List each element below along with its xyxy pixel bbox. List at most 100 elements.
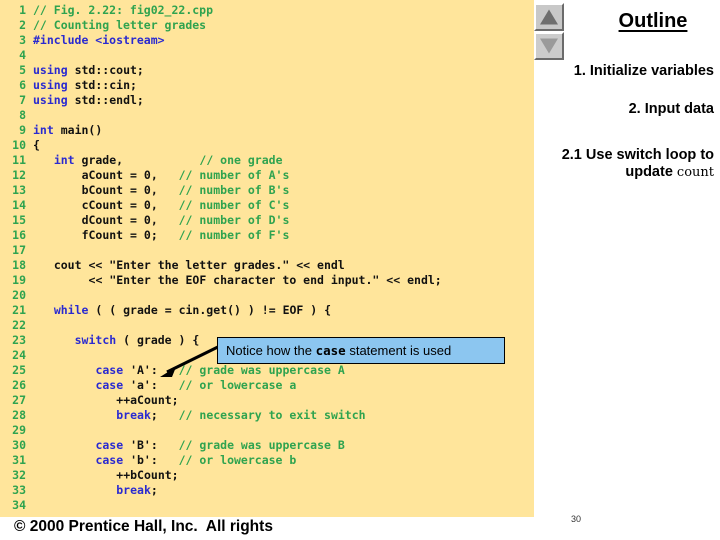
code-line: 34 — [0, 498, 534, 513]
code-line-text: int main() — [33, 123, 103, 137]
code-line-number: 26 — [12, 378, 26, 392]
code-line: 8 — [0, 108, 534, 123]
code-line-text: ++bCount; — [116, 468, 179, 482]
code-line: 26 case 'a': // or lowercase a — [0, 378, 534, 393]
code-line-number: 29 — [12, 423, 26, 437]
code-line-number: 2 — [19, 18, 26, 32]
code-line-text: #include <iostream> — [33, 33, 165, 47]
code-line: 29 — [0, 423, 534, 438]
code-line-number: 10 — [12, 138, 26, 152]
code-line: 10 { — [0, 138, 534, 153]
code-line: 11 int grade, // one grade — [0, 153, 534, 168]
code-line-number: 13 — [12, 183, 26, 197]
outline-item-3-number: 2.1 — [561, 147, 582, 163]
code-line-text: case 'A': // grade was uppercase A — [95, 363, 345, 377]
code-line: 12 aCount = 0, // number of A's — [0, 168, 534, 183]
code-line-number: 22 — [12, 318, 26, 332]
code-line-number: 3 — [19, 33, 26, 47]
code-line-number: 25 — [12, 363, 26, 377]
code-listing-panel: 1 // Fig. 2.22: fig02_22.cpp 2 // Counting … — [0, 0, 534, 517]
outline-item-input-data[interactable]: 2. Input data — [536, 101, 714, 118]
code-line: 32 ++bCount; — [0, 468, 534, 483]
code-line: 27 ++aCount; — [0, 393, 534, 408]
code-line-text: ++aCount; — [116, 393, 179, 407]
code-line-number: 7 — [19, 93, 26, 107]
code-line-number: 24 — [12, 348, 26, 362]
code-line: 7 using std::endl; — [0, 93, 534, 108]
code-line-text: using std::cout; — [33, 63, 144, 77]
code-line: 9 int main() — [0, 123, 534, 138]
scroll-down-button[interactable] — [534, 32, 564, 60]
outline-title: Outline — [618, 10, 688, 32]
code-line-number: 14 — [12, 198, 26, 212]
code-line-text: break; // necessary to exit switch — [116, 408, 366, 422]
code-line: 6 using std::cin; — [0, 78, 534, 93]
code-line: 15 dCount = 0, // number of D's — [0, 213, 534, 228]
outline-item-1-label: Initialize variables — [589, 63, 714, 79]
code-line-number: 11 — [12, 153, 26, 167]
code-line: 22 — [0, 318, 534, 333]
code-line-number: 23 — [12, 333, 26, 347]
callout-text-after: statement is used — [345, 343, 452, 358]
code-line-number: 4 — [19, 48, 26, 62]
code-line: 13 bCount = 0, // number of B's — [0, 183, 534, 198]
code-line: 31 case 'b': // or lowercase b — [0, 453, 534, 468]
outline-item-3-label-line1: Use switch loop to — [585, 147, 714, 163]
outline-item-2-label: Input data — [644, 101, 714, 117]
code-line: 17 — [0, 243, 534, 258]
code-line-text: << "Enter the EOF character to end input… — [88, 273, 442, 287]
code-line-number: 17 — [12, 243, 26, 257]
code-line: 18 cout << "Enter the letter grades." <<… — [0, 258, 534, 273]
outline-item-use-switch-loop[interactable]: 2.1 Use switch loop to update count — [534, 147, 714, 181]
outline-item-initialize-variables[interactable]: 1. Initialize variables — [536, 63, 714, 80]
code-line-number: 16 — [12, 228, 26, 242]
outline-panel: Outline 1. Initialize variables 2. Input… — [534, 0, 720, 514]
triangle-down-icon — [540, 38, 558, 54]
code-line-number: 8 — [19, 108, 26, 122]
code-line-number: 28 — [12, 408, 26, 422]
code-line-number: 5 — [19, 63, 26, 77]
footer-copyright: © 2000 Prentice Hall, Inc. All rights — [14, 518, 273, 535]
code-line-text: dCount = 0, // number of D's — [81, 213, 290, 227]
code-line: 20 — [0, 288, 534, 303]
code-line: 30 case 'B': // grade was uppercase B — [0, 438, 534, 453]
code-line: 28 break; // necessary to exit switch — [0, 408, 534, 423]
code-line-number: 30 — [12, 438, 26, 452]
code-line-text: // Fig. 2.22: fig02_22.cpp — [33, 3, 214, 17]
code-line: 14 cCount = 0, // number of C's — [0, 198, 534, 213]
code-line-text: cout << "Enter the letter grades." << en… — [53, 258, 345, 272]
code-line: 3 #include <iostream> — [0, 33, 534, 48]
code-line-text: cCount = 0, // number of C's — [81, 198, 290, 212]
outline-item-3-mono-word: count — [676, 165, 714, 180]
code-line: 21 while ( ( grade = cin.get() ) != EOF … — [0, 303, 534, 318]
code-line-text: using std::cin; — [33, 78, 137, 92]
code-line-number: 19 — [12, 273, 26, 287]
code-line-text: using std::endl; — [33, 93, 144, 107]
code-line-number: 31 — [12, 453, 26, 467]
code-line: 2 // Counting letter grades — [0, 18, 534, 33]
code-line-number: 27 — [12, 393, 26, 407]
code-line-text: fCount = 0; // number of F's — [81, 228, 290, 242]
footer-page-number: 30 — [571, 514, 582, 524]
outline-item-3-label-line2: update — [625, 164, 677, 180]
code-line-number: 33 — [12, 483, 26, 497]
code-line: 1 // Fig. 2.22: fig02_22.cpp — [0, 3, 534, 18]
code-line-text: // Counting letter grades — [33, 18, 207, 32]
code-line-number: 18 — [12, 258, 26, 272]
callout-mono-keyword: case — [315, 343, 346, 358]
code-line: 16 fCount = 0; // number of F's — [0, 228, 534, 243]
code-line-text: int grade, // one grade — [53, 153, 283, 167]
code-line-text: aCount = 0, // number of A's — [81, 168, 290, 182]
code-line: 19 << "Enter the EOF character to end in… — [0, 273, 534, 288]
code-line-number: 6 — [19, 78, 26, 92]
code-line: 33 break; — [0, 483, 534, 498]
code-line: 25 case 'A': // grade was uppercase A — [0, 363, 534, 378]
code-line-text: bCount = 0, // number of B's — [81, 183, 290, 197]
code-line-number: 34 — [12, 498, 26, 512]
callout-case-statement: Notice how the case statement is used — [217, 337, 505, 364]
code-line-text: case 'B': // grade was uppercase B — [95, 438, 345, 452]
code-line-number: 15 — [12, 213, 26, 227]
code-line-text: switch ( grade ) { — [74, 333, 200, 347]
code-line-text: case 'a': // or lowercase a — [95, 378, 297, 392]
outline-item-1-number: 1. — [573, 63, 586, 79]
